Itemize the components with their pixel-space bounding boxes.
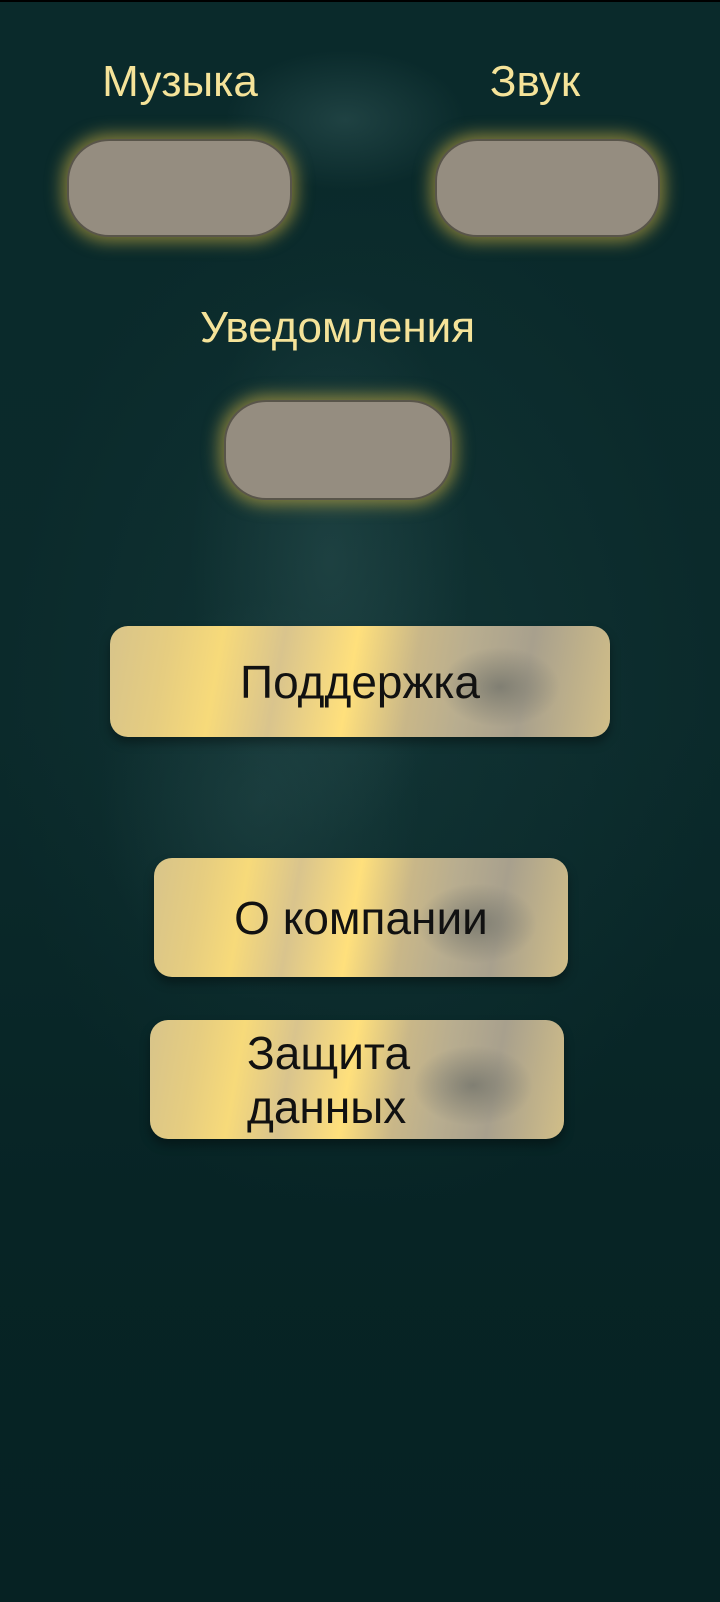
status-bar-edge	[0, 0, 720, 2]
support-button[interactable]: Поддержка	[110, 626, 610, 737]
notifications-toggle[interactable]	[224, 400, 452, 500]
about-company-button[interactable]: О компании	[154, 858, 568, 977]
settings-screen: Музыка Звук Уведомления Поддержка О комп…	[0, 0, 720, 1602]
sound-toggle[interactable]	[435, 139, 660, 237]
music-label: Музыка	[102, 57, 258, 106]
sound-label: Звук	[489, 57, 581, 106]
data-protection-button[interactable]: Защита данных	[150, 1020, 564, 1139]
notifications-label: Уведомления	[199, 303, 476, 352]
about-company-button-label: О компании	[234, 891, 488, 944]
data-protection-button-label: Защита данных	[247, 1026, 411, 1133]
music-toggle[interactable]	[67, 139, 292, 237]
support-button-label: Поддержка	[240, 655, 480, 708]
